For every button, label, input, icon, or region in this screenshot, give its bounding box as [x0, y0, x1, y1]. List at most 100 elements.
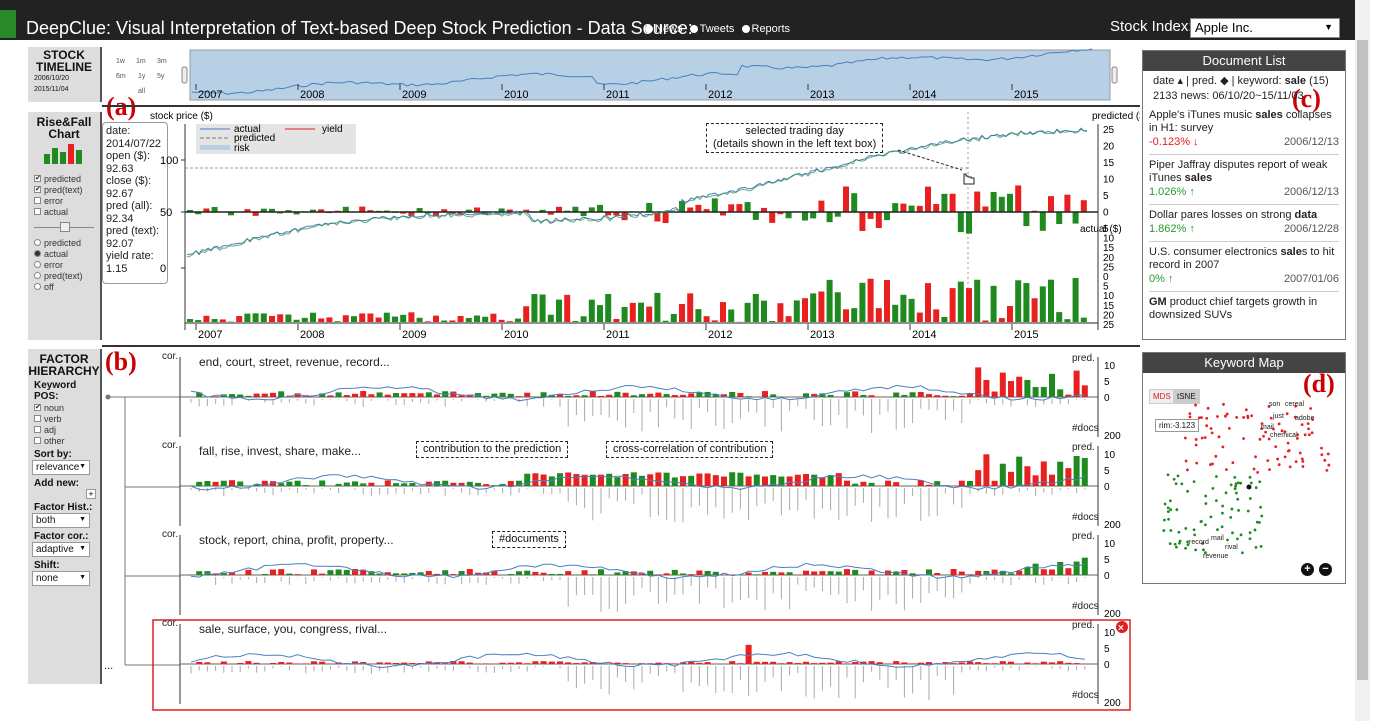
- keyword-dot[interactable]: [1253, 528, 1257, 532]
- keyword-dot[interactable]: [1307, 427, 1310, 431]
- keyword-dot[interactable]: [1248, 497, 1252, 500]
- keyword-dot[interactable]: [1323, 458, 1327, 462]
- keyword-dot[interactable]: [1283, 455, 1287, 459]
- keyword-dot[interactable]: [1194, 443, 1198, 447]
- keyword-dot[interactable]: [1166, 506, 1170, 510]
- keyword-dot[interactable]: [1310, 431, 1314, 435]
- keyword-dot[interactable]: [1184, 527, 1188, 530]
- keyword-dot[interactable]: [1163, 502, 1167, 506]
- brush-handle-right[interactable]: [1111, 66, 1118, 84]
- keyword-dot[interactable]: [1286, 441, 1290, 445]
- keyword-dot[interactable]: [1217, 435, 1221, 439]
- keyword-dot[interactable]: [1236, 497, 1240, 501]
- keyword-dot[interactable]: [1162, 529, 1166, 532]
- keyword-dot[interactable]: [1235, 537, 1239, 541]
- keyword-dot[interactable]: [1248, 537, 1252, 541]
- sort-by-select[interactable]: relevance: [32, 460, 90, 475]
- keyword-dot[interactable]: [1202, 548, 1205, 552]
- keyword-dot[interactable]: [1206, 406, 1210, 410]
- keyword-dot[interactable]: [1184, 546, 1188, 550]
- keyword-dot[interactable]: [1200, 416, 1203, 419]
- keyword-dot[interactable]: [1240, 551, 1244, 555]
- keyword-dot[interactable]: [1188, 412, 1192, 416]
- keyword-label[interactable]: son: [1269, 401, 1280, 408]
- keyword-dot[interactable]: [1239, 481, 1243, 485]
- pos-0-checkbox[interactable]: noun: [34, 402, 100, 413]
- more-factors-ellipsis[interactable]: ...: [104, 660, 113, 672]
- keyword-dot[interactable]: [1175, 508, 1179, 512]
- keyword-dot[interactable]: [1300, 423, 1304, 427]
- keyword-dot[interactable]: [1320, 453, 1324, 457]
- keyword-dot[interactable]: [1168, 542, 1172, 546]
- keyword-dot[interactable]: [1274, 445, 1278, 449]
- keyword-dot[interactable]: [1254, 486, 1258, 490]
- document-item[interactable]: U.S. consumer electronics sales to hit r…: [1149, 242, 1339, 292]
- keyword-dot[interactable]: [1211, 486, 1215, 490]
- keyword-dot[interactable]: [1220, 525, 1224, 529]
- keyword-dot[interactable]: [1172, 477, 1176, 481]
- factor-cor-select[interactable]: adaptive: [32, 542, 90, 557]
- keyword-dot[interactable]: [1258, 437, 1262, 441]
- document-item[interactable]: Piper Jaffray disputes report of weak iT…: [1149, 155, 1339, 205]
- keyword-dot[interactable]: [1231, 531, 1234, 535]
- keyword-dot[interactable]: [1250, 414, 1254, 418]
- keyword-label[interactable]: revenue: [1203, 553, 1228, 560]
- keyword-dot[interactable]: [1231, 461, 1235, 465]
- keyword-label[interactable]: record: [1189, 539, 1209, 546]
- keyword-dot[interactable]: [1205, 416, 1209, 420]
- keyword-dot[interactable]: [1205, 424, 1209, 428]
- keyword-dot[interactable]: [1249, 481, 1253, 485]
- keyword-dot[interactable]: [1307, 433, 1311, 437]
- keyword-dot[interactable]: [1233, 487, 1237, 491]
- keyword-dot[interactable]: [1186, 489, 1189, 493]
- keyword-dot[interactable]: [1264, 430, 1268, 434]
- keyword-dot[interactable]: [1309, 407, 1313, 410]
- pos-2-checkbox[interactable]: adj: [34, 424, 100, 435]
- keyword-dot[interactable]: [1225, 468, 1228, 471]
- keyword-dot[interactable]: [1174, 482, 1178, 486]
- keyword-dot[interactable]: [1203, 523, 1207, 527]
- keyword-dot[interactable]: [1229, 515, 1233, 519]
- keyword-dot[interactable]: [1303, 433, 1307, 437]
- keyword-dot[interactable]: [1176, 474, 1180, 478]
- keyword-label[interactable]: just: [1273, 413, 1284, 420]
- keyword-dot[interactable]: [1214, 454, 1218, 458]
- keyword-dot[interactable]: [1234, 491, 1238, 495]
- pos-3-checkbox[interactable]: other: [34, 435, 100, 446]
- keyword-dot[interactable]: [1224, 491, 1228, 495]
- keyword-dot[interactable]: [1248, 531, 1252, 535]
- keyword-dot[interactable]: [1203, 436, 1207, 439]
- keyword-dot[interactable]: [1168, 499, 1172, 503]
- keyword-dot[interactable]: [1246, 509, 1250, 513]
- keyword-dot[interactable]: [1306, 422, 1310, 426]
- keyword-dot[interactable]: [1167, 517, 1170, 521]
- keyword-dot[interactable]: [1215, 475, 1218, 478]
- factor-hist-select[interactable]: both: [32, 513, 90, 528]
- zoom-in-button[interactable]: +: [1301, 563, 1314, 576]
- keyword-dot[interactable]: [1195, 461, 1199, 465]
- keyword-dot[interactable]: [1248, 475, 1252, 479]
- keyword-dot[interactable]: [1259, 505, 1262, 509]
- keyword-dot-selected[interactable]: [1246, 484, 1252, 490]
- keyword-dot[interactable]: [1234, 484, 1238, 488]
- keyword-dot[interactable]: [1199, 520, 1203, 524]
- keyword-dot[interactable]: [1277, 463, 1281, 467]
- keyword-label[interactable]: adobe: [1295, 415, 1314, 422]
- keyword-dot[interactable]: [1266, 459, 1270, 463]
- keyword-dot[interactable]: [1214, 499, 1218, 503]
- risefall-chart[interactable]: stock price ($) predicted ($) 100500 252…: [150, 111, 1140, 341]
- add-factor-button[interactable]: +: [86, 489, 96, 499]
- keyword-dot[interactable]: [1229, 483, 1233, 487]
- keyword-dot[interactable]: [1209, 515, 1213, 519]
- keyword-dot[interactable]: [1276, 457, 1280, 461]
- factor-keywords[interactable]: sale, surface, you, congress, rival...: [199, 622, 387, 636]
- brush-handle-left[interactable]: [181, 66, 188, 84]
- keyword-dot[interactable]: [1188, 415, 1192, 419]
- keyword-dot[interactable]: [1233, 476, 1237, 479]
- keyword-dot[interactable]: [1239, 533, 1243, 537]
- overview-timeline[interactable]: 2007 2008 2009 2010 2011 2012 2013 2014 2015: [181, 48, 1118, 101]
- keyword-dot[interactable]: [1222, 402, 1225, 406]
- scrollbar-thumb[interactable]: [1357, 40, 1368, 680]
- keyword-dot[interactable]: [1259, 544, 1263, 548]
- shift-select[interactable]: none: [32, 571, 90, 586]
